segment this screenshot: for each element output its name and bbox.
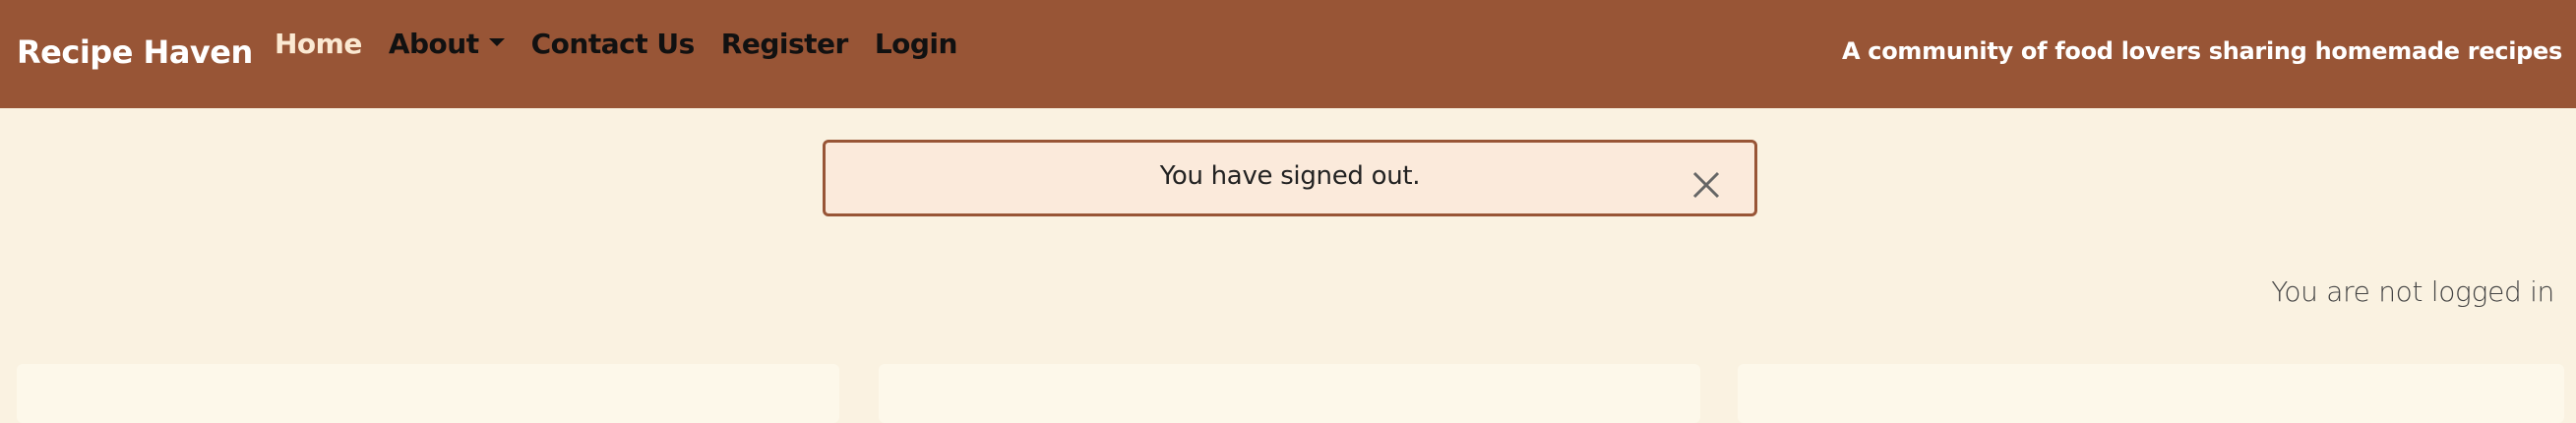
nav-home[interactable]: Home bbox=[275, 28, 362, 60]
nav-about-label: About bbox=[388, 28, 479, 60]
caret-down-icon bbox=[488, 38, 505, 46]
main-nav: Home About Contact Us Register Login bbox=[275, 28, 957, 60]
brand-link[interactable]: Recipe Haven bbox=[17, 33, 253, 71]
recipe-card[interactable] bbox=[1738, 364, 2564, 423]
close-icon[interactable] bbox=[1691, 170, 1721, 200]
recipe-card[interactable] bbox=[879, 364, 1700, 423]
login-status-text: You are not logged in bbox=[2271, 275, 2554, 308]
alert-message: You have signed out. bbox=[1159, 161, 1421, 191]
navbar: Recipe Haven Home About Contact Us Regis… bbox=[0, 0, 2576, 108]
nav-login[interactable]: Login bbox=[875, 28, 958, 60]
site-tagline: A community of food lovers sharing homem… bbox=[1841, 37, 2562, 65]
nav-contact-us[interactable]: Contact Us bbox=[531, 28, 696, 60]
nav-register[interactable]: Register bbox=[721, 28, 849, 60]
signout-alert: You have signed out. bbox=[823, 140, 1757, 216]
nav-about-dropdown[interactable]: About bbox=[389, 28, 505, 60]
recipe-card[interactable] bbox=[17, 364, 839, 423]
